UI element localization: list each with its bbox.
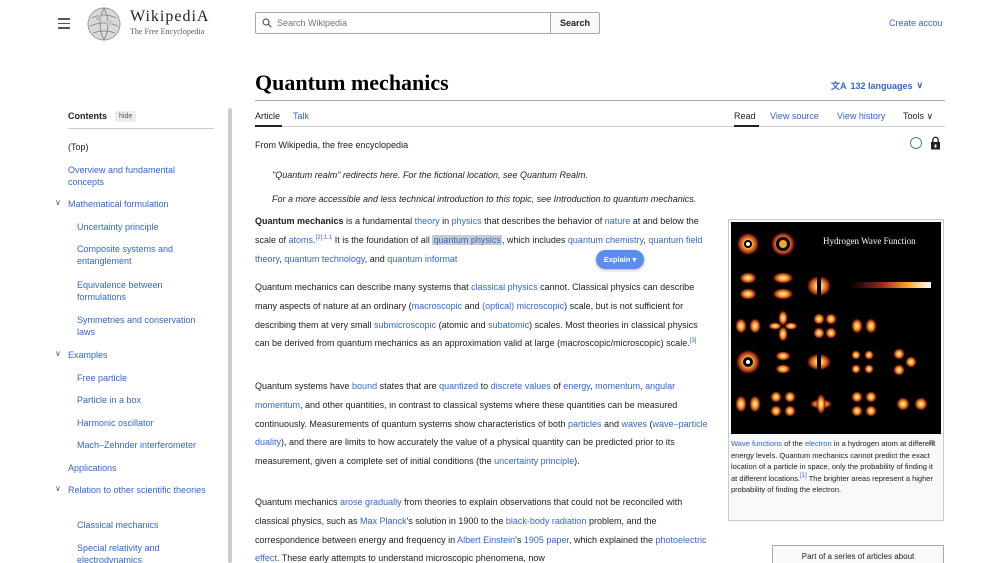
toc-title: Contents: [68, 111, 107, 121]
from-wikipedia-subtitle: From Wikipedia, the free encyclopedia: [255, 140, 409, 150]
hatnote-introduction: For a more accessible and less technical…: [272, 194, 697, 204]
tab-talk[interactable]: Talk: [293, 111, 309, 121]
tab-tools[interactable]: Tools ∨: [903, 111, 933, 122]
toc-item-uncertainty-principle[interactable]: Uncertainty principle: [77, 221, 209, 233]
toc-item-special-relativity[interactable]: Special relativity and electrodynamics: [77, 542, 209, 563]
title-divider: [255, 100, 945, 101]
toc-item-harmonic-oscillator[interactable]: Harmonic oscillator: [77, 417, 209, 429]
toc-item-top[interactable]: (Top): [68, 141, 208, 153]
toc-item-free-particle[interactable]: Free particle: [77, 372, 209, 384]
toc-item-equivalence[interactable]: Equivalence between formulations: [77, 279, 209, 303]
table-of-contents: Contents hide: [56, 108, 216, 124]
toc-item-relation[interactable]: Relation to other scientific theories: [68, 484, 208, 496]
chevron-down-icon[interactable]: ∨: [55, 349, 61, 358]
toc-item-symmetries[interactable]: Symmetries and conservation laws: [77, 314, 209, 338]
toc-hide-button[interactable]: hide: [115, 110, 137, 122]
tab-article[interactable]: Article: [255, 111, 280, 121]
enlarge-icon[interactable]: ⧉: [929, 438, 935, 448]
series-sidebar-box: Part of a series of articles about: [772, 545, 944, 563]
tab-read-indicator: [734, 125, 759, 127]
tab-view-source[interactable]: View source: [770, 111, 819, 121]
toc-item-particle-in-a-box[interactable]: Particle in a box: [77, 394, 209, 406]
translate-icon: 文A: [831, 81, 847, 91]
page-title: Quantum mechanics: [255, 70, 449, 95]
intro-paragraph-1: Quantum mechanics is a fundamental theor…: [255, 216, 703, 264]
lock-icon[interactable]: [930, 136, 941, 150]
hatnote-quantum-realm: "Quantum realm" redirects here. For the …: [272, 170, 589, 180]
explain-button[interactable]: Explain ▾: [596, 250, 644, 269]
language-button[interactable]: 文A 132 languages ∨: [831, 79, 923, 92]
toc-divider: [68, 128, 214, 129]
intro-paragraph-2: Quantum mechanics can describe many syst…: [255, 282, 698, 349]
wikipedia-globe-logo[interactable]: [86, 6, 122, 42]
language-count: 132 languages: [850, 80, 913, 91]
toc-item-examples[interactable]: Examples: [68, 349, 208, 361]
tab-read[interactable]: Read: [734, 111, 756, 121]
intro-paragraph-3: Quantum systems have bound states that a…: [255, 381, 708, 467]
toc-item-mathematical-formulation[interactable]: Mathematical formulation: [68, 198, 208, 210]
chevron-down-icon: ∨: [916, 80, 924, 90]
figure-caption: Wave functions of the electron in a hydr…: [731, 439, 936, 495]
chevron-down-icon[interactable]: ∨: [55, 484, 61, 493]
toc-item-applications[interactable]: Applications: [68, 462, 208, 474]
toc-item-composite-systems[interactable]: Composite systems and entanglement: [77, 243, 209, 267]
search-field[interactable]: [255, 12, 551, 34]
toc-item-mach-zehnder[interactable]: Mach–Zehnder interferometer: [77, 439, 209, 451]
figure-title: Hydrogen Wave Function: [823, 236, 916, 246]
logo-tagline: The Free Encyclopedia: [130, 27, 205, 36]
chevron-down-icon[interactable]: ∨: [55, 198, 61, 207]
tab-article-indicator: [255, 125, 282, 127]
main-menu-icon[interactable]: [58, 18, 70, 29]
hydrogen-orbitals-image[interactable]: [731, 222, 941, 434]
toc-scrollbar[interactable]: [228, 108, 232, 563]
search-icon: [262, 18, 272, 28]
good-article-icon[interactable]: [910, 137, 922, 149]
toc-item-overview[interactable]: Overview and fundamental concepts: [68, 164, 208, 188]
toc-item-classical-mechanics[interactable]: Classical mechanics: [77, 519, 209, 531]
intro-paragraph-4: Quantum mechanics arose gradually from t…: [255, 497, 707, 563]
search-input[interactable]: [277, 18, 527, 28]
tab-view-history[interactable]: View history: [837, 111, 885, 121]
logo-wordmark[interactable]: WikipediA: [130, 8, 209, 26]
tabs-divider: [255, 126, 945, 127]
search-button[interactable]: Search: [550, 12, 600, 34]
create-account-link[interactable]: Create accou: [889, 18, 943, 28]
